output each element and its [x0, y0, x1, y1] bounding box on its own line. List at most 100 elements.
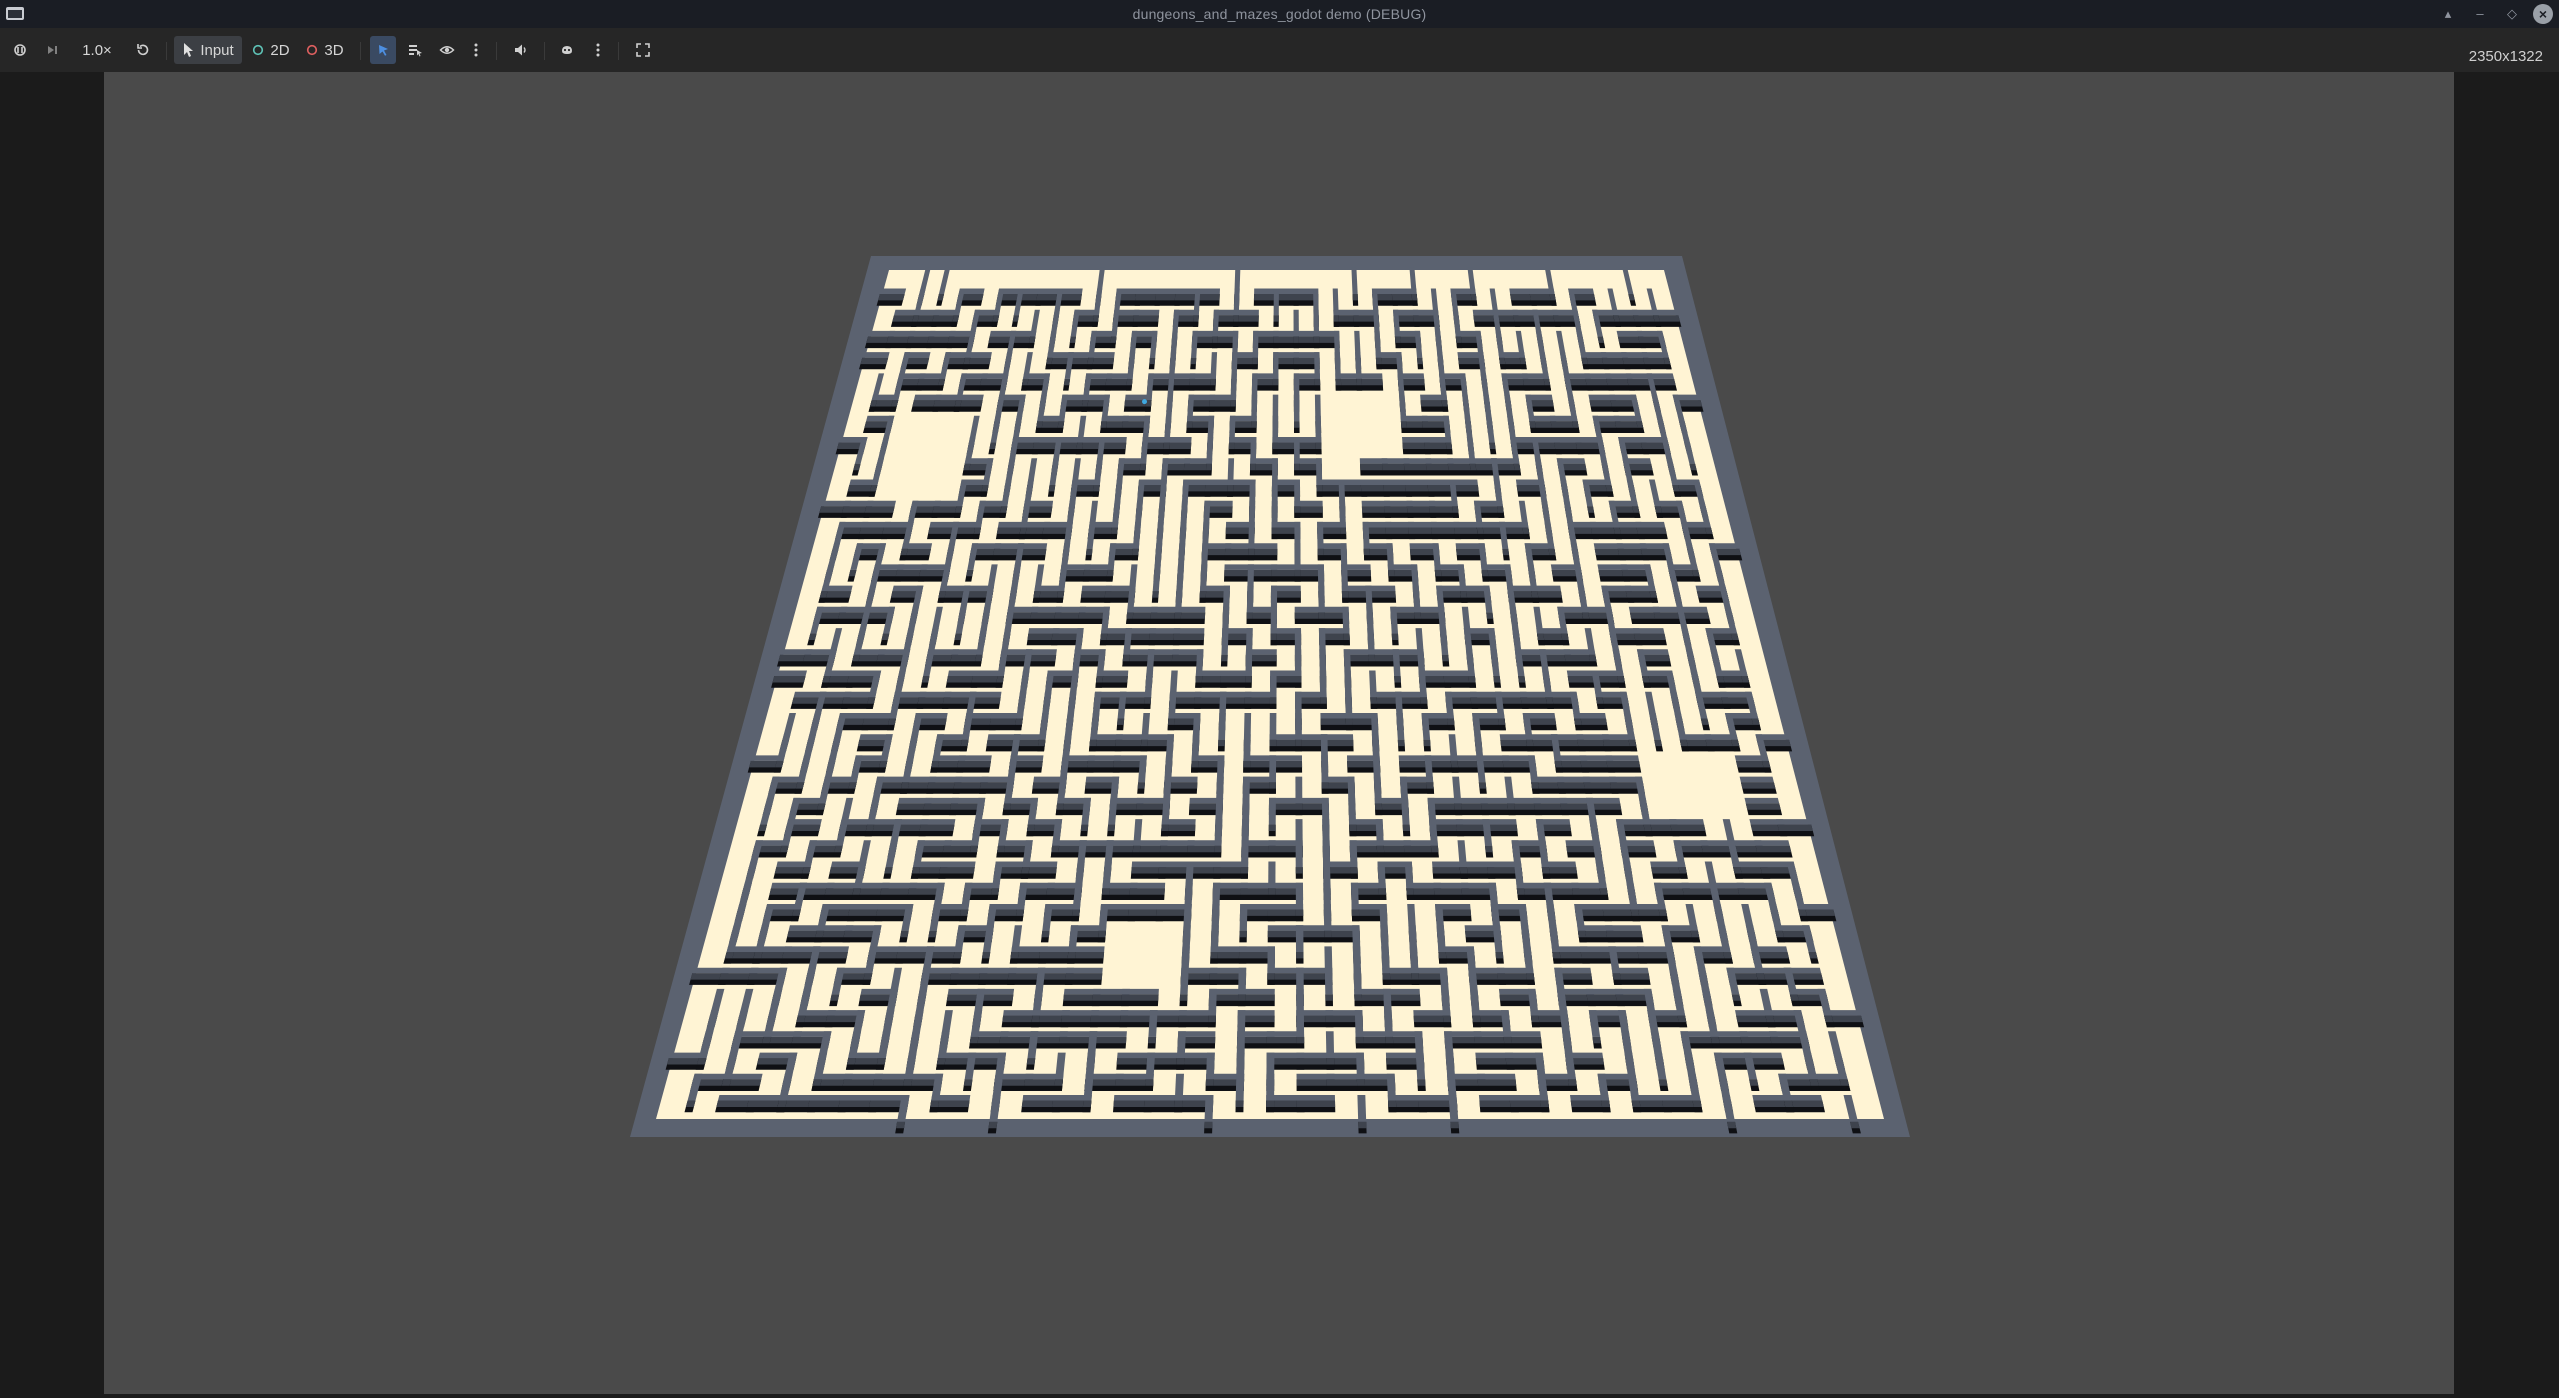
maze-wall-side — [1016, 909, 1025, 916]
maze-wall-side — [896, 1121, 906, 1129]
maze-wall-side — [1111, 527, 1118, 534]
maze-wall-side — [1363, 548, 1370, 556]
maze-wall-top — [1221, 628, 1229, 655]
maze-wall-top — [1293, 309, 1299, 337]
game-viewport — [0, 72, 2559, 1398]
maze-wall-side — [1460, 591, 1467, 598]
maze-wall-side — [1498, 718, 1506, 725]
maze-wall-side — [1577, 930, 1587, 938]
maze-wall-side — [1295, 803, 1303, 810]
maze-wall-side — [1540, 1100, 1549, 1107]
maze-wall-side — [900, 930, 909, 938]
maze-wall-side — [1503, 1036, 1512, 1044]
maze-wall-side — [1417, 357, 1423, 365]
maze-wall-side — [878, 294, 905, 301]
maze-wall-side — [1522, 527, 1530, 534]
maze-wall-top — [1354, 1010, 1364, 1037]
maze-wall-side — [1777, 824, 1813, 831]
maze-wall-side — [1450, 760, 1459, 768]
maze-wall-side — [1678, 867, 1687, 874]
maze-wall-top — [1210, 925, 1219, 952]
maze-wall-top — [1386, 1073, 1396, 1101]
maze-wall-top — [1294, 479, 1301, 507]
next-frame-button[interactable] — [40, 36, 64, 64]
maze-wall-side — [1438, 952, 1447, 959]
maze-wall-top — [862, 352, 890, 358]
maze-wall-side — [1497, 506, 1504, 513]
maze-wall-side — [1340, 527, 1347, 534]
maze-wall-top — [1295, 776, 1303, 804]
maze-wall-side — [1010, 952, 1019, 959]
maze-wall-side — [772, 676, 806, 683]
maze-wall-side — [1345, 718, 1353, 725]
mode-2d-button[interactable]: 2D — [248, 36, 294, 64]
game-render-area[interactable] — [104, 72, 2454, 1394]
maze-wall-side — [1370, 697, 1378, 704]
maze-wall-side — [1677, 1015, 1687, 1023]
audio-mute-button[interactable] — [508, 36, 534, 64]
embed-options-button[interactable] — [554, 36, 580, 64]
camera-menu-button[interactable] — [466, 36, 486, 64]
maze-wall-side — [1530, 1015, 1540, 1023]
maze-wall-side — [1317, 548, 1324, 556]
maze-wall-side — [1452, 506, 1459, 513]
maze-wall-side — [1148, 1036, 1157, 1044]
window-title: dungeons_and_mazes_godot demo (DEBUG) — [1132, 6, 1427, 22]
maze-wall-side — [1426, 782, 1434, 789]
fullscreen-button[interactable] — [630, 36, 656, 64]
maze-wall-top — [1339, 500, 1346, 528]
maze-wall-top — [1218, 713, 1226, 740]
maze-wall-side — [1272, 378, 1279, 386]
maze-wall-side — [1502, 548, 1510, 556]
maze-wall-side — [1294, 421, 1300, 428]
suspend-button[interactable] — [8, 36, 32, 64]
maze-wall-top — [1271, 500, 1278, 528]
keep-above-icon[interactable]: ▴ — [2437, 3, 2459, 25]
input-mode-button[interactable]: Input — [174, 36, 242, 64]
close-icon[interactable]: × — [2533, 4, 2553, 24]
maze-wall-side — [1269, 782, 1276, 789]
maze-wall-top — [1319, 670, 1327, 698]
maze-wall-side — [1335, 378, 1342, 386]
maze-wall-side — [1378, 888, 1387, 895]
maze-wall-top — [1239, 904, 1248, 931]
maze-wall-top — [1272, 415, 1279, 443]
maze-wall-top — [1270, 606, 1277, 634]
maze-wall-side — [1235, 1100, 1244, 1107]
maze-wall-side — [834, 845, 843, 853]
maze-wall-side — [1692, 1100, 1702, 1107]
maze-wall-top — [1384, 1010, 1393, 1037]
maze-wall-side — [1574, 718, 1582, 725]
maze-wall-top — [1377, 861, 1386, 889]
maze-wall-side — [1595, 697, 1604, 704]
reset-speed-button[interactable] — [130, 36, 156, 64]
maze-wall-side — [1518, 676, 1526, 683]
maze-wall-top — [1269, 713, 1277, 740]
time-scale-button[interactable]: 1.0× — [74, 36, 120, 64]
camera-override-button[interactable] — [434, 36, 460, 64]
maze-wall-side — [957, 760, 991, 768]
mode-3d-button[interactable]: 3D — [302, 36, 348, 64]
maximize-icon[interactable]: ◇ — [2501, 3, 2523, 25]
mode-3d-label: 3D — [324, 41, 344, 59]
select-mode-button[interactable] — [370, 36, 396, 64]
maze-wall-top — [1367, 628, 1375, 655]
maze-wall-side — [1789, 994, 1799, 1001]
maze-wall-top — [1635, 521, 1666, 528]
minimize-icon[interactable]: – — [2469, 3, 2491, 25]
maze-wall-side — [1296, 1036, 1305, 1044]
maze-wall-top — [1739, 776, 1774, 783]
maze-wall-side — [1617, 676, 1625, 683]
maze-wall-side — [1350, 867, 1358, 874]
embed-menu-button[interactable] — [588, 36, 608, 64]
maze-wall-side — [1271, 527, 1278, 534]
maze-wall-side — [1273, 315, 1279, 322]
maze-wall-side — [1434, 569, 1442, 577]
maze-wall-top — [1266, 1073, 1275, 1101]
maze-wall-side — [963, 463, 971, 471]
maze-wall-side — [1417, 1079, 1426, 1086]
list-select-button[interactable] — [402, 36, 428, 64]
maze-wall-side — [970, 845, 978, 853]
maze-wall-side — [1654, 739, 1663, 747]
maze-wall-side — [1450, 1121, 1459, 1129]
